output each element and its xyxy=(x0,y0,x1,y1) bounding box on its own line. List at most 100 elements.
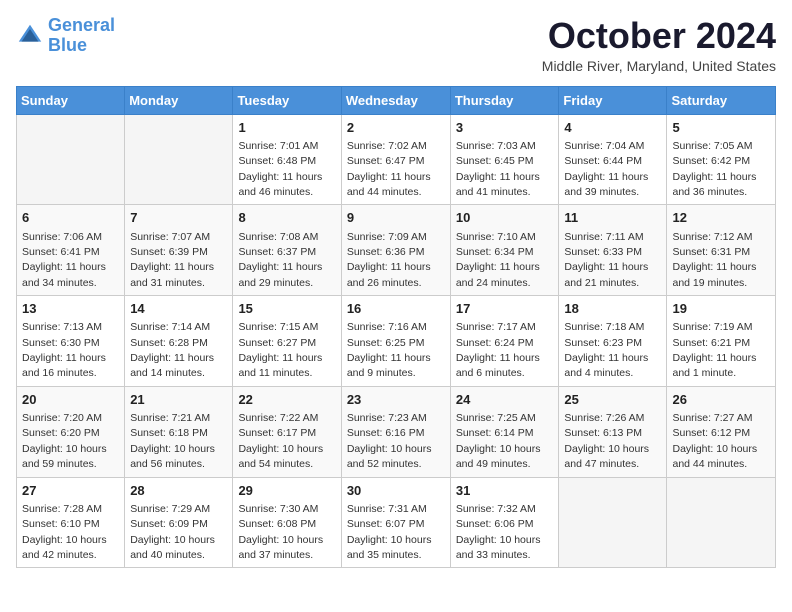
location: Middle River, Maryland, United States xyxy=(542,58,776,74)
calendar-cell xyxy=(559,477,667,568)
calendar-cell: 15Sunrise: 7:15 AMSunset: 6:27 PMDayligh… xyxy=(233,296,341,387)
calendar-cell: 8 Sunrise: 7:08 AMSunset: 6:37 PMDaylight… xyxy=(233,205,341,296)
calendar-table: SundayMondayTuesdayWednesdayThursdayFrid… xyxy=(16,86,776,569)
day-info: Sunrise: 7:31 AMSunset: 6:07 PMDaylight:… xyxy=(347,503,432,561)
day-number: 5 xyxy=(672,119,770,137)
weekday-header: Thursday xyxy=(450,86,559,114)
weekday-header: Monday xyxy=(125,86,233,114)
calendar-cell xyxy=(17,114,125,205)
day-number: 3 xyxy=(456,119,554,137)
day-number: 12 xyxy=(672,209,770,227)
day-info: Sunrise: 7:28 AMSunset: 6:10 PMDaylight:… xyxy=(22,503,107,561)
day-info: Sunrise: 7:01 AMSunset: 6:48 PMDaylight:… xyxy=(238,140,322,198)
calendar-week-row: 20 Sunrise: 7:20 AMSunset: 6:20 PMDayligh… xyxy=(17,386,776,477)
day-info: Sunrise: 7:25 AMSunset: 6:14 PMDaylight:… xyxy=(456,412,541,470)
weekday-header: Friday xyxy=(559,86,667,114)
calendar-cell: 21 Sunrise: 7:21 AMSunset: 6:18 PMDayligh… xyxy=(125,386,233,477)
calendar-cell: 24Sunrise: 7:25 AMSunset: 6:14 PMDayligh… xyxy=(450,386,559,477)
day-info: Sunrise: 7:06 AMSunset: 6:41 PMDaylight:… xyxy=(22,231,106,289)
calendar-cell: 13 Sunrise: 7:13 AMSunset: 6:30 PMDayligh… xyxy=(17,296,125,387)
day-number: 30 xyxy=(347,482,445,500)
calendar-cell: 4Sunrise: 7:04 AMSunset: 6:44 PMDaylight… xyxy=(559,114,667,205)
day-info: Sunrise: 7:13 AMSunset: 6:30 PMDaylight:… xyxy=(22,321,106,379)
day-number: 22 xyxy=(238,391,335,409)
day-number: 1 xyxy=(238,119,335,137)
logo: General Blue xyxy=(16,16,115,56)
day-number: 29 xyxy=(238,482,335,500)
day-info: Sunrise: 7:22 AMSunset: 6:17 PMDaylight:… xyxy=(238,412,323,470)
day-info: Sunrise: 7:26 AMSunset: 6:13 PMDaylight:… xyxy=(564,412,649,470)
day-info: Sunrise: 7:03 AMSunset: 6:45 PMDaylight:… xyxy=(456,140,540,198)
weekday-header: Wednesday xyxy=(341,86,450,114)
day-info: Sunrise: 7:18 AMSunset: 6:23 PMDaylight:… xyxy=(564,321,648,379)
day-number: 2 xyxy=(347,119,445,137)
day-info: Sunrise: 7:14 AMSunset: 6:28 PMDaylight:… xyxy=(130,321,214,379)
day-info: Sunrise: 7:17 AMSunset: 6:24 PMDaylight:… xyxy=(456,321,540,379)
calendar-cell: 9Sunrise: 7:09 AMSunset: 6:36 PMDaylight… xyxy=(341,205,450,296)
day-info: Sunrise: 7:15 AMSunset: 6:27 PMDaylight:… xyxy=(238,321,322,379)
day-number: 6 xyxy=(22,209,119,227)
day-number: 16 xyxy=(347,300,445,318)
logo-icon xyxy=(16,22,44,50)
calendar-cell: 30 Sunrise: 7:31 AMSunset: 6:07 PMDayligh… xyxy=(341,477,450,568)
calendar-cell: 19 Sunrise: 7:19 AMSunset: 6:21 PMDayligh… xyxy=(667,296,776,387)
day-info: Sunrise: 7:12 AMSunset: 6:31 PMDaylight:… xyxy=(672,231,756,289)
calendar-cell: 25Sunrise: 7:26 AMSunset: 6:13 PMDayligh… xyxy=(559,386,667,477)
day-number: 4 xyxy=(564,119,661,137)
calendar-cell: 27 Sunrise: 7:28 AMSunset: 6:10 PMDayligh… xyxy=(17,477,125,568)
calendar-cell: 28 Sunrise: 7:29 AMSunset: 6:09 PMDayligh… xyxy=(125,477,233,568)
calendar-cell: 20 Sunrise: 7:20 AMSunset: 6:20 PMDayligh… xyxy=(17,386,125,477)
day-number: 17 xyxy=(456,300,554,318)
calendar-cell: 16Sunrise: 7:16 AMSunset: 6:25 PMDayligh… xyxy=(341,296,450,387)
day-info: Sunrise: 7:08 AMSunset: 6:37 PMDaylight:… xyxy=(238,231,322,289)
calendar-cell: 10Sunrise: 7:10 AMSunset: 6:34 PMDayligh… xyxy=(450,205,559,296)
day-number: 8 xyxy=(238,209,335,227)
logo-name: General Blue xyxy=(48,16,115,56)
day-number: 23 xyxy=(347,391,445,409)
day-info: Sunrise: 7:07 AMSunset: 6:39 PMDaylight:… xyxy=(130,231,214,289)
calendar-cell: 26 Sunrise: 7:27 AMSunset: 6:12 PMDayligh… xyxy=(667,386,776,477)
calendar-cell: 2 Sunrise: 7:02 AMSunset: 6:47 PMDaylight… xyxy=(341,114,450,205)
day-number: 21 xyxy=(130,391,227,409)
day-info: Sunrise: 7:19 AMSunset: 6:21 PMDaylight:… xyxy=(672,321,756,379)
day-info: Sunrise: 7:27 AMSunset: 6:12 PMDaylight:… xyxy=(672,412,757,470)
calendar-cell: 1 Sunrise: 7:01 AMSunset: 6:48 PMDaylight… xyxy=(233,114,341,205)
calendar-cell: 14 Sunrise: 7:14 AMSunset: 6:28 PMDayligh… xyxy=(125,296,233,387)
day-number: 18 xyxy=(564,300,661,318)
calendar-cell: 6 Sunrise: 7:06 AMSunset: 6:41 PMDaylight… xyxy=(17,205,125,296)
calendar-body: 1 Sunrise: 7:01 AMSunset: 6:48 PMDaylight… xyxy=(17,114,776,568)
weekday-header: Tuesday xyxy=(233,86,341,114)
calendar-cell: 3 Sunrise: 7:03 AMSunset: 6:45 PMDaylight… xyxy=(450,114,559,205)
calendar-cell: 29 Sunrise: 7:30 AMSunset: 6:08 PMDayligh… xyxy=(233,477,341,568)
day-number: 26 xyxy=(672,391,770,409)
day-number: 14 xyxy=(130,300,227,318)
calendar-header-row: SundayMondayTuesdayWednesdayThursdayFrid… xyxy=(17,86,776,114)
day-number: 13 xyxy=(22,300,119,318)
day-number: 19 xyxy=(672,300,770,318)
calendar-cell: 18 Sunrise: 7:18 AMSunset: 6:23 PMDayligh… xyxy=(559,296,667,387)
calendar-week-row: 1 Sunrise: 7:01 AMSunset: 6:48 PMDaylight… xyxy=(17,114,776,205)
calendar-cell: 31 Sunrise: 7:32 AMSunset: 6:06 PMDayligh… xyxy=(450,477,559,568)
day-info: Sunrise: 7:21 AMSunset: 6:18 PMDaylight:… xyxy=(130,412,215,470)
calendar-cell: 23Sunrise: 7:23 AMSunset: 6:16 PMDayligh… xyxy=(341,386,450,477)
day-number: 31 xyxy=(456,482,554,500)
day-info: Sunrise: 7:11 AMSunset: 6:33 PMDaylight:… xyxy=(564,231,648,289)
title-block: October 2024 Middle River, Maryland, Uni… xyxy=(542,16,776,74)
calendar-week-row: 13 Sunrise: 7:13 AMSunset: 6:30 PMDayligh… xyxy=(17,296,776,387)
calendar-cell: 5 Sunrise: 7:05 AMSunset: 6:42 PMDaylight… xyxy=(667,114,776,205)
day-number: 28 xyxy=(130,482,227,500)
day-number: 27 xyxy=(22,482,119,500)
calendar-week-row: 6 Sunrise: 7:06 AMSunset: 6:41 PMDaylight… xyxy=(17,205,776,296)
calendar-cell xyxy=(667,477,776,568)
calendar-cell: 12 Sunrise: 7:12 AMSunset: 6:31 PMDayligh… xyxy=(667,205,776,296)
calendar-cell: 22 Sunrise: 7:22 AMSunset: 6:17 PMDayligh… xyxy=(233,386,341,477)
day-info: Sunrise: 7:29 AMSunset: 6:09 PMDaylight:… xyxy=(130,503,215,561)
day-info: Sunrise: 7:09 AMSunset: 6:36 PMDaylight:… xyxy=(347,231,431,289)
day-info: Sunrise: 7:02 AMSunset: 6:47 PMDaylight:… xyxy=(347,140,431,198)
day-info: Sunrise: 7:32 AMSunset: 6:06 PMDaylight:… xyxy=(456,503,541,561)
day-info: Sunrise: 7:05 AMSunset: 6:42 PMDaylight:… xyxy=(672,140,756,198)
calendar-cell: 7Sunrise: 7:07 AMSunset: 6:39 PMDaylight… xyxy=(125,205,233,296)
day-info: Sunrise: 7:20 AMSunset: 6:20 PMDaylight:… xyxy=(22,412,107,470)
day-number: 20 xyxy=(22,391,119,409)
day-info: Sunrise: 7:30 AMSunset: 6:08 PMDaylight:… xyxy=(238,503,323,561)
